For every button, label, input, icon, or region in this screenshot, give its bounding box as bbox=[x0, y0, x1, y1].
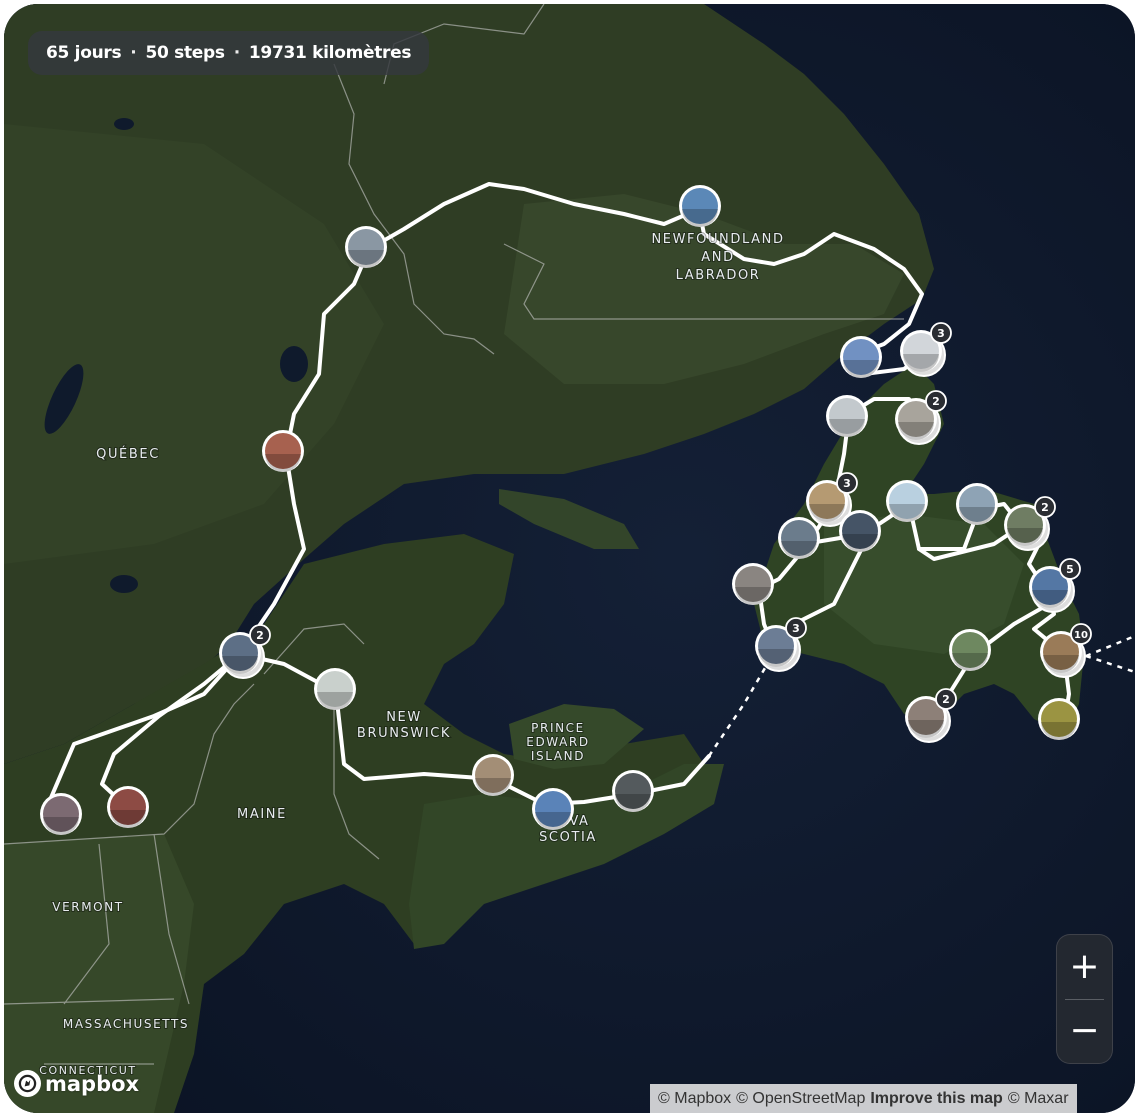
label-newfoundland-2: LABRADOR bbox=[676, 268, 761, 283]
marker-count-text: 2 bbox=[1041, 501, 1049, 514]
mapbox-glyph-icon bbox=[18, 1074, 37, 1093]
label-new-brunswick-1: BRUNSWICK bbox=[357, 726, 451, 741]
marker-count-text: 3 bbox=[937, 327, 945, 340]
label-quebec: QUÉBEC bbox=[95, 445, 160, 463]
step-marker-ns-road[interactable] bbox=[612, 770, 654, 812]
mapbox-logo-text: mapbox bbox=[45, 1071, 140, 1096]
marker-count-text: 2 bbox=[932, 395, 940, 408]
mapbox-mark-icon bbox=[14, 1070, 41, 1097]
label-quebec-0: QUÉBEC bbox=[96, 446, 160, 462]
label-pei-2: ISLAND bbox=[531, 749, 585, 763]
label-maine-0: MAINE bbox=[237, 807, 287, 822]
label-newfoundland-0: NEWFOUNDLAND bbox=[651, 232, 784, 247]
map-frame[interactable]: NEWFOUNDLAND AND LABRADOR QUÉBEC NEW BRU… bbox=[4, 4, 1135, 1113]
step-marker-labrador-coast[interactable] bbox=[679, 185, 721, 227]
marker-count-text: 2 bbox=[256, 629, 264, 642]
mapbox-logo[interactable]: mapbox bbox=[14, 1070, 139, 1097]
trip-stats: 65 jours · 50 steps · 19731 kilomètres bbox=[28, 31, 430, 75]
step-marker-ns-bay[interactable] bbox=[532, 788, 574, 830]
label-vermont-0: VERMONT bbox=[52, 900, 123, 914]
step-marker-vermont-border[interactable] bbox=[40, 793, 82, 835]
label-pei-0: PRINCE bbox=[531, 721, 585, 735]
step-marker-central-quebec[interactable] bbox=[262, 430, 304, 472]
map-attribution: © Mapbox © OpenStreetMap Improve this ma… bbox=[650, 1084, 1077, 1113]
label-massachusetts: MASSACHUSETTS bbox=[62, 1016, 189, 1032]
attribution-maxar[interactable]: © Maxar bbox=[1008, 1090, 1069, 1108]
marker-count-text: 10 bbox=[1074, 630, 1088, 641]
attribution-osm[interactable]: © OpenStreetMap bbox=[736, 1090, 865, 1108]
stats-steps: 50 steps bbox=[145, 43, 225, 63]
marker-count-text: 5 bbox=[1066, 563, 1074, 576]
step-marker-south-coast-meadow[interactable] bbox=[949, 629, 991, 671]
step-marker-ns-beach[interactable] bbox=[472, 754, 514, 796]
step-marker-maine-west[interactable] bbox=[107, 786, 149, 828]
step-marker-bay-view[interactable] bbox=[839, 510, 881, 552]
label-pei: PRINCE EDWARD ISLAND bbox=[525, 720, 589, 764]
stats-separator: · bbox=[233, 43, 240, 63]
step-marker-corner-brook[interactable] bbox=[732, 563, 774, 605]
label-vermont: VERMONT bbox=[51, 899, 123, 915]
step-marker-avalon[interactable] bbox=[1038, 698, 1080, 740]
zoom-out-button[interactable]: − bbox=[1057, 1000, 1112, 1064]
zoom-in-button[interactable]: + bbox=[1057, 935, 1112, 999]
label-new-brunswick-0: NEW bbox=[386, 710, 422, 725]
step-marker-notre-dame[interactable] bbox=[956, 483, 998, 525]
label-nova-scotia-1: SCOTIA bbox=[539, 830, 597, 845]
satellite-map[interactable]: NEWFOUNDLAND AND LABRADOR QUÉBEC NEW BRU… bbox=[4, 4, 1135, 1113]
step-marker-ferry[interactable] bbox=[840, 336, 882, 378]
label-massachusetts-0: MASSACHUSETTS bbox=[63, 1017, 189, 1031]
marker-count-text: 3 bbox=[843, 477, 851, 490]
label-newfoundland-1: AND bbox=[701, 250, 734, 265]
step-marker-iceberg-west[interactable] bbox=[826, 395, 868, 437]
step-marker-new-brunswick-falls[interactable] bbox=[314, 668, 356, 710]
marker-count-text: 2 bbox=[942, 693, 950, 706]
label-maine: MAINE bbox=[236, 806, 287, 823]
label-pei-1: EDWARD bbox=[526, 735, 589, 749]
step-marker-west-coast[interactable] bbox=[778, 517, 820, 559]
stats-separator: · bbox=[130, 43, 137, 63]
step-marker-iceberg-east[interactable] bbox=[886, 480, 928, 522]
stats-days: 65 jours bbox=[46, 43, 122, 63]
attribution-mapbox[interactable]: © Mapbox bbox=[658, 1090, 731, 1108]
zoom-controls: + − bbox=[1056, 934, 1113, 1064]
step-marker-north-quebec[interactable] bbox=[345, 226, 387, 268]
stats-distance: 19731 kilomètres bbox=[248, 43, 412, 63]
attribution-improve-link[interactable]: Improve this map bbox=[870, 1090, 1002, 1108]
marker-count-text: 3 bbox=[792, 622, 800, 635]
